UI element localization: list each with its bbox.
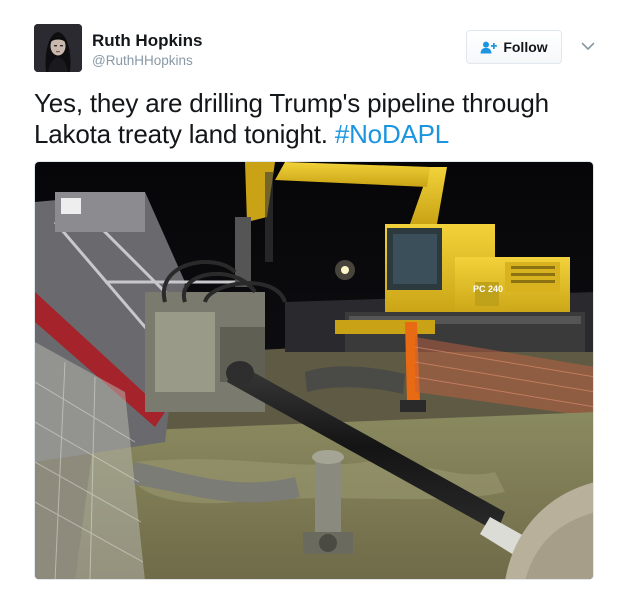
add-user-icon [480, 41, 498, 54]
author-handle[interactable]: @RuthHHopkins [92, 53, 193, 68]
author-name[interactable]: Ruth Hopkins [92, 31, 203, 51]
avatar-image [34, 24, 82, 72]
pipeline-drilling-photo: PC 240 [35, 162, 593, 579]
tweet-card: Ruth Hopkins @RuthHHopkins Follow Yes, t… [0, 0, 629, 589]
tweet-menu-button[interactable] [580, 38, 596, 54]
tweet-body: Yes, they are drilling Trump's pipeline … [34, 88, 549, 149]
tweet-photo[interactable]: PC 240 [34, 161, 594, 580]
tweet-text: Yes, they are drilling Trump's pipeline … [34, 88, 604, 150]
follow-button[interactable]: Follow [466, 30, 562, 64]
excavator-model-label: PC 240 [473, 284, 503, 294]
chevron-down-icon [580, 41, 596, 58]
hashtag-link[interactable]: #NoDAPL [335, 119, 449, 149]
avatar[interactable] [34, 24, 82, 72]
follow-button-label: Follow [503, 39, 548, 55]
